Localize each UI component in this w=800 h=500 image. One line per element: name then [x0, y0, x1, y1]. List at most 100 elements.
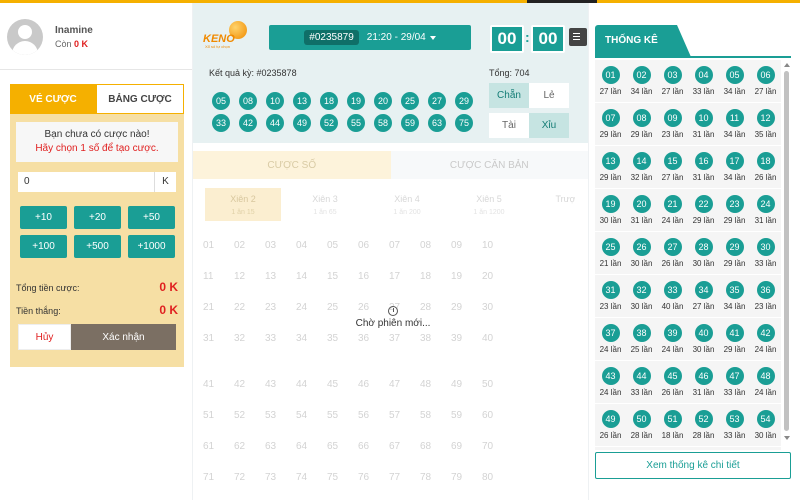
number-cell[interactable]: 45	[327, 369, 358, 400]
number-cell[interactable]: 58	[420, 400, 451, 431]
number-cell[interactable]: 23	[265, 292, 296, 323]
number-cell[interactable]: 60	[482, 400, 513, 431]
chip-100-button[interactable]: +100	[20, 235, 67, 258]
number-cell[interactable]: 75	[327, 462, 358, 493]
number-cell[interactable]: 16	[358, 261, 389, 292]
number-cell[interactable]: 68	[420, 431, 451, 462]
number-cell[interactable]: 64	[296, 431, 327, 462]
number-cell[interactable]: 08	[420, 230, 451, 261]
number-cell[interactable]: 73	[265, 462, 296, 493]
number-cell[interactable]: 62	[234, 431, 265, 462]
chip-50-button[interactable]: +50	[128, 206, 175, 229]
avatar-icon[interactable]	[7, 19, 43, 55]
mode-xien-3[interactable]: Xiên 3 1 ăn 65	[287, 188, 363, 221]
number-cell[interactable]: 10	[482, 230, 513, 261]
number-cell[interactable]: 22	[234, 292, 265, 323]
number-cell[interactable]: 69	[451, 431, 482, 462]
number-cell[interactable]: 77	[389, 462, 420, 493]
number-cell[interactable]: 05	[327, 230, 358, 261]
chip-10-button[interactable]: +10	[20, 206, 67, 229]
number-cell[interactable]: 54	[296, 400, 327, 431]
mode-xien-2[interactable]: Xiên 2 1 ăn 15	[205, 188, 281, 221]
tab-number-bet[interactable]: CƯỢC SỐ	[193, 151, 391, 179]
stat-count: 24 lần	[599, 388, 622, 397]
number-cell[interactable]: 79	[451, 462, 482, 493]
number-cell[interactable]: 01	[203, 230, 234, 261]
number-cell[interactable]: 31	[203, 323, 234, 354]
number-cell[interactable]: 52	[234, 400, 265, 431]
number-cell[interactable]: 34	[296, 323, 327, 354]
scroll-up-icon[interactable]	[784, 63, 790, 67]
tab-ticket[interactable]: VÉ CƯỢC	[10, 84, 96, 114]
mode-xien-5[interactable]: Xiên 5 1 ăn 1200	[451, 188, 527, 221]
number-cell[interactable]: 13	[265, 261, 296, 292]
number-cell[interactable]: 55	[327, 400, 358, 431]
scrollbar-thumb[interactable]	[784, 71, 789, 431]
tab-basic-bet[interactable]: CƯỢC CĂN BẢN	[390, 151, 588, 179]
chip-500-button[interactable]: +500	[74, 235, 121, 258]
view-detail-stats-button[interactable]: Xem thống kê chi tiết	[595, 452, 791, 479]
number-cell[interactable]: 59	[451, 400, 482, 431]
chip-1000-button[interactable]: +1000	[128, 235, 175, 258]
cancel-button[interactable]: Hủy	[18, 324, 71, 350]
number-cell[interactable]: 42	[234, 369, 265, 400]
number-cell[interactable]: 41	[203, 369, 234, 400]
number-cell[interactable]: 74	[296, 462, 327, 493]
number-cell[interactable]: 24	[296, 292, 327, 323]
statistics-scrollbar[interactable]	[784, 63, 790, 443]
number-cell[interactable]: 78	[420, 462, 451, 493]
number-cell[interactable]: 53	[265, 400, 296, 431]
number-cell[interactable]: 61	[203, 431, 234, 462]
number-cell[interactable]: 47	[389, 369, 420, 400]
collapse-menu-icon[interactable]	[569, 28, 587, 46]
number-cell[interactable]: 20	[482, 261, 513, 292]
number-cell[interactable]: 32	[234, 323, 265, 354]
number-cell[interactable]: 50	[482, 369, 513, 400]
number-cell[interactable]: 14	[296, 261, 327, 292]
number-cell[interactable]: 04	[296, 230, 327, 261]
number-cell[interactable]: 76	[358, 462, 389, 493]
number-cell[interactable]: 63	[265, 431, 296, 462]
number-cell[interactable]: 66	[358, 431, 389, 462]
number-cell[interactable]: 06	[358, 230, 389, 261]
number-cell[interactable]: 02	[234, 230, 265, 261]
mode-xien-4[interactable]: Xiên 4 1 ăn 200	[369, 188, 445, 221]
number-cell[interactable]: 80	[482, 462, 513, 493]
number-cell[interactable]: 70	[482, 431, 513, 462]
number-cell[interactable]: 65	[327, 431, 358, 462]
number-cell[interactable]: 30	[482, 292, 513, 323]
number-cell[interactable]: 11	[203, 261, 234, 292]
mode-truot-x[interactable]: Trượt X	[533, 188, 575, 221]
number-cell[interactable]: 40	[482, 323, 513, 354]
number-cell[interactable]: 44	[296, 369, 327, 400]
number-cell[interactable]: 33	[265, 323, 296, 354]
number-cell[interactable]: 71	[203, 462, 234, 493]
number-cell[interactable]: 03	[265, 230, 296, 261]
number-cell[interactable]: 19	[451, 261, 482, 292]
number-cell[interactable]: 09	[451, 230, 482, 261]
number-cell[interactable]: 51	[203, 400, 234, 431]
number-cell[interactable]: 17	[389, 261, 420, 292]
number-cell[interactable]: 21	[203, 292, 234, 323]
chip-20-button[interactable]: +20	[74, 206, 121, 229]
confirm-button[interactable]: Xác nhận	[71, 324, 176, 350]
number-cell[interactable]: 18	[420, 261, 451, 292]
number-cell[interactable]: 72	[234, 462, 265, 493]
scroll-down-icon[interactable]	[784, 436, 790, 440]
number-cell[interactable]: 49	[451, 369, 482, 400]
number-cell[interactable]: 29	[451, 292, 482, 323]
number-cell[interactable]: 43	[265, 369, 296, 400]
number-cell[interactable]: 48	[420, 369, 451, 400]
number-cell[interactable]: 57	[389, 400, 420, 431]
tab-bet-table[interactable]: BẢNG CƯỢC	[96, 84, 184, 114]
bet-amount-value[interactable]: 0	[18, 172, 154, 192]
number-cell[interactable]: 12	[234, 261, 265, 292]
number-cell[interactable]: 39	[451, 323, 482, 354]
number-cell[interactable]: 15	[327, 261, 358, 292]
number-cell[interactable]: 56	[358, 400, 389, 431]
bet-amount-field[interactable]: 0 K	[18, 172, 176, 192]
number-cell[interactable]: 67	[389, 431, 420, 462]
number-cell[interactable]: 46	[358, 369, 389, 400]
session-selector[interactable]: #0235879 21:20 - 29/04	[269, 25, 471, 50]
number-cell[interactable]: 07	[389, 230, 420, 261]
